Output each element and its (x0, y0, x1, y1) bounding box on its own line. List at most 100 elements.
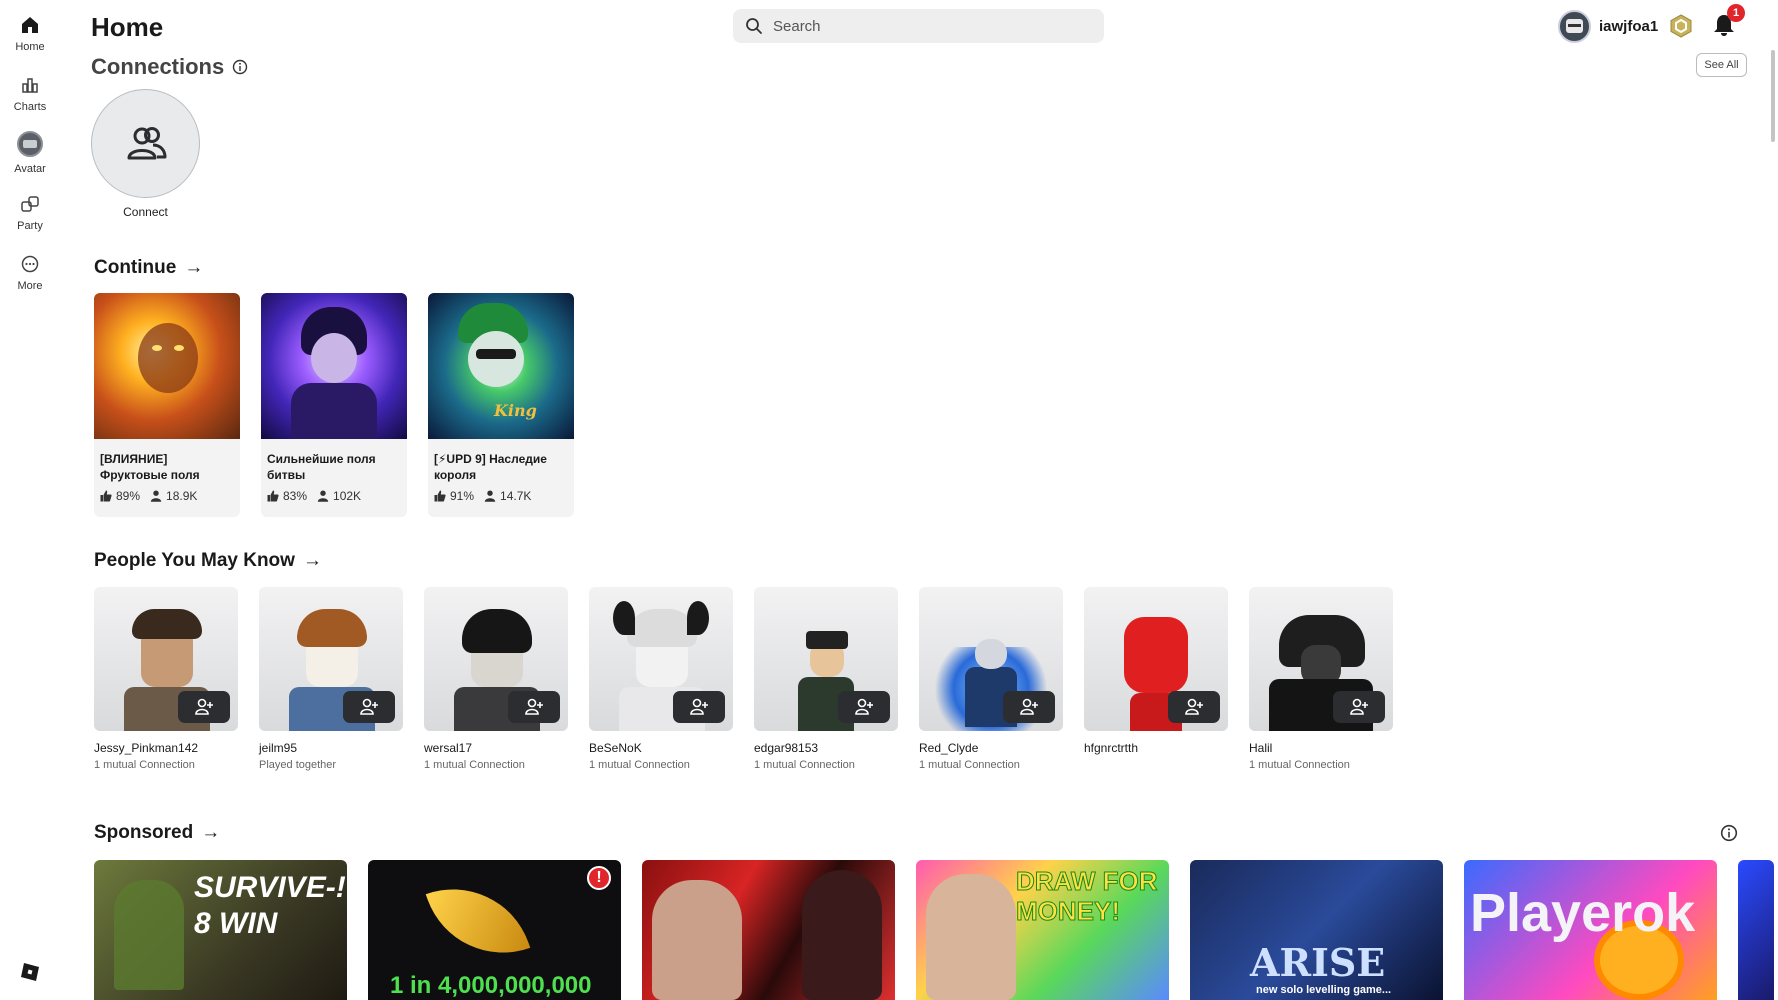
add-friend-icon (690, 698, 708, 715)
person-name[interactable]: Jessy_Pinkman142 (94, 741, 238, 755)
person-avatar[interactable] (589, 587, 733, 731)
person-avatar[interactable] (919, 587, 1063, 731)
person-name[interactable]: BeSeNoK (589, 741, 733, 755)
ad-text: ARISE (1250, 940, 1386, 985)
sidebar-item-label: Avatar (14, 163, 46, 175)
game-thumbnail (94, 293, 240, 439)
connect-button[interactable] (91, 89, 200, 198)
person-avatar[interactable] (94, 587, 238, 731)
search-icon (746, 18, 762, 34)
add-friend-button[interactable] (673, 691, 725, 723)
sponsored-header[interactable]: Sponsored → (94, 822, 220, 844)
search-bar[interactable] (733, 9, 1104, 43)
add-friend-icon (525, 698, 543, 715)
person-avatar[interactable] (424, 587, 568, 731)
person-name[interactable]: Halil (1249, 741, 1393, 755)
people-icon (127, 126, 166, 159)
person-card[interactable]: wersal17 1 mutual Connection (424, 587, 568, 771)
players-icon (484, 490, 496, 502)
add-friend-button[interactable] (1003, 691, 1055, 723)
sponsored-ad[interactable] (1738, 860, 1774, 1000)
sidebar-item-party[interactable]: Party (0, 194, 60, 232)
add-friend-button[interactable] (1333, 691, 1385, 723)
sponsored-ad[interactable]: ! 1 in 4,000,000,000 (368, 860, 621, 1000)
user-menu[interactable]: iawjfoa1 (1558, 9, 1693, 43)
person-card[interactable]: edgar98153 1 mutual Connection (754, 587, 898, 771)
person-card[interactable]: Red_Clyde 1 mutual Connection (919, 587, 1063, 771)
person-card[interactable]: jeilm95 Played together (259, 587, 403, 771)
sponsored-title: Sponsored (94, 822, 194, 843)
search-input[interactable] (773, 17, 1093, 35)
user-avatar[interactable] (1558, 9, 1591, 43)
players-icon (317, 490, 329, 502)
add-friend-icon (1350, 698, 1368, 715)
ad-text: 1 in 4,000,000,000 (390, 972, 592, 999)
roblox-logo-icon[interactable] (20, 962, 40, 982)
person-subtitle: 1 mutual Connection (1249, 759, 1350, 771)
person-name[interactable]: wersal17 (424, 741, 568, 755)
robux-icon[interactable] (1669, 14, 1693, 38)
sponsored-ad[interactable]: SURVIVE-! 8 WIN (94, 860, 347, 1000)
game-card[interactable]: [ВЛИЯНИЕ] Фруктовые поля битвы 89% 18.9K (94, 293, 240, 517)
add-friend-icon (1185, 698, 1203, 715)
add-friend-button[interactable] (838, 691, 890, 723)
info-icon[interactable] (1720, 824, 1738, 842)
see-all-button[interactable]: See All (1696, 53, 1747, 77)
game-title: [ВЛИЯНИЕ] Фруктовые поля битвы (100, 452, 200, 482)
game-title: Сильнейшие поля битвы (267, 452, 376, 482)
arrow-right-icon: → (201, 822, 221, 843)
scrollbar[interactable] (1771, 50, 1775, 142)
person-name[interactable]: jeilm95 (259, 741, 403, 755)
rating: 91% (434, 489, 474, 503)
ad-subtext: new solo levelling game... (1256, 984, 1392, 996)
person-avatar[interactable] (259, 587, 403, 731)
sponsored-ad[interactable]: DRAW FOR MONEY! (916, 860, 1169, 1000)
add-friend-icon (195, 698, 213, 715)
continue-title: Continue (94, 257, 177, 278)
add-friend-button[interactable] (508, 691, 560, 723)
add-friend-button[interactable] (178, 691, 230, 723)
person-card[interactable]: BeSeNoK 1 mutual Connection (589, 587, 733, 771)
person-subtitle: 1 mutual Connection (589, 759, 690, 771)
person-avatar[interactable] (1249, 587, 1393, 731)
person-avatar[interactable] (1084, 587, 1228, 731)
person-avatar[interactable] (754, 587, 898, 731)
person-name[interactable]: hfgnrctrtth (1084, 741, 1228, 755)
add-friend-button[interactable] (1168, 691, 1220, 723)
sponsored-ad[interactable]: Playerok (1464, 860, 1717, 1000)
add-friend-icon (360, 698, 378, 715)
sidebar-item-avatar[interactable]: Avatar (0, 131, 60, 175)
sponsored-ad[interactable] (642, 860, 895, 1000)
people-header[interactable]: People You May Know → (94, 550, 322, 572)
game-stats: 83% 102K (267, 489, 401, 503)
notification-badge: 1 (1727, 4, 1745, 22)
home-icon (22, 17, 38, 33)
player-count: 18.9K (150, 489, 197, 503)
sidebar-item-charts[interactable]: Charts (0, 75, 60, 113)
person-name[interactable]: Red_Clyde (919, 741, 1063, 755)
avatar-icon (17, 131, 43, 157)
add-friend-button[interactable] (343, 691, 395, 723)
person-card[interactable]: Jessy_Pinkman142 1 mutual Connection (94, 587, 238, 771)
game-logo-text: King (494, 401, 537, 420)
sidebar-item-home[interactable]: Home (0, 15, 60, 53)
person-subtitle: 1 mutual Connection (424, 759, 525, 771)
person-card[interactable]: Halil 1 mutual Connection (1249, 587, 1393, 771)
game-card[interactable]: Сильнейшие поля битвы 83% 102K (261, 293, 407, 517)
person-name[interactable]: edgar98153 (754, 741, 898, 755)
username[interactable]: iawjfoa1 (1599, 18, 1658, 35)
players-icon (150, 490, 162, 502)
sponsored-ad[interactable]: ARISE new solo levelling game... (1190, 860, 1443, 1000)
sidebar-item-more[interactable]: More (0, 254, 60, 292)
add-friend-icon (1020, 698, 1038, 715)
game-stats: 91% 14.7K (434, 489, 568, 503)
page-title: Home (91, 12, 164, 42)
game-title: [⚡UPD 9] Наследие короля (434, 452, 547, 482)
game-card[interactable]: King [⚡UPD 9] Наследие короля 91% 14.7K (428, 293, 574, 517)
sidebar-item-label: Charts (13, 101, 47, 113)
continue-header[interactable]: Continue → (94, 257, 203, 279)
connect-label: Connect (123, 205, 168, 219)
player-count: 14.7K (484, 489, 531, 503)
info-icon[interactable] (232, 59, 248, 75)
person-card[interactable]: hfgnrctrtth (1084, 587, 1228, 759)
